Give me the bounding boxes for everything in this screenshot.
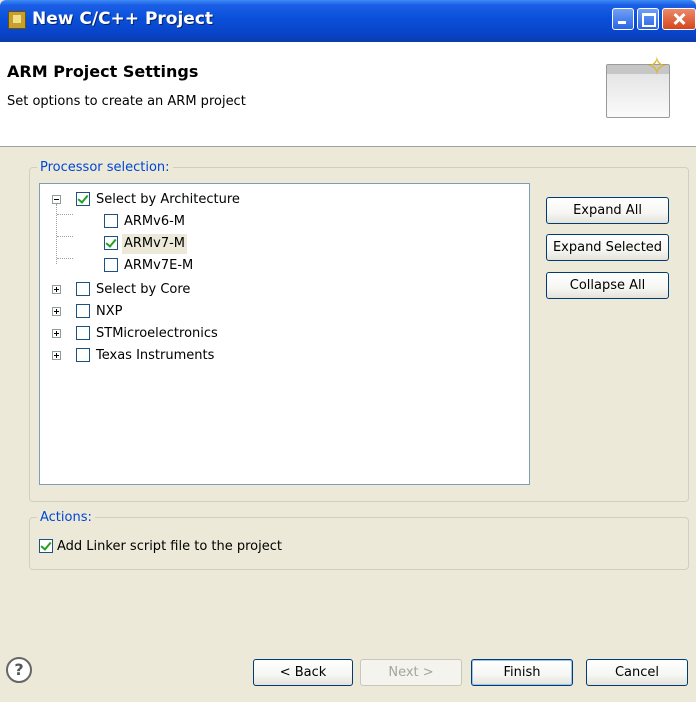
expand-selected-button[interactable]: Expand Selected <box>546 234 669 261</box>
tree-item-label: ARMv6-M <box>124 214 186 229</box>
tree-item-stmicroelectronics[interactable]: STMicroelectronics <box>40 324 520 344</box>
tree-item-checkbox[interactable] <box>104 214 118 228</box>
add-linker-script-option[interactable]: Add Linker script file to the project <box>39 537 439 557</box>
expand-all-button[interactable]: Expand All <box>546 197 669 224</box>
window-title: New C/C++ Project <box>32 9 214 29</box>
actions-legend: Actions: <box>40 510 92 525</box>
tree-item-label: ARMv7E-M <box>124 258 194 273</box>
tree-item-checkbox[interactable] <box>76 304 90 318</box>
expand-toggle-icon[interactable] <box>52 329 61 338</box>
title-bar[interactable]: New C/C++ Project <box>0 0 696 42</box>
tree-item-label: STMicroelectronics <box>96 326 218 341</box>
tree-item-texas-instruments[interactable]: Texas Instruments <box>40 346 520 366</box>
maximize-button[interactable] <box>637 8 659 30</box>
cancel-button[interactable]: Cancel <box>586 659 688 686</box>
add-linker-script-checkbox[interactable] <box>39 539 53 553</box>
tree-item-checkbox[interactable] <box>76 192 90 206</box>
finish-button[interactable]: Finish <box>471 659 573 686</box>
help-icon[interactable]: ? <box>6 657 32 683</box>
page-title: ARM Project Settings <box>7 62 199 81</box>
expand-toggle-icon[interactable] <box>52 285 61 294</box>
tree-item-checkbox[interactable] <box>76 282 90 296</box>
expand-toggle-icon[interactable] <box>52 307 61 316</box>
expand-toggle-icon[interactable] <box>52 351 61 360</box>
tree-item-checkbox[interactable] <box>104 236 118 250</box>
tree-item-label: Select by Core <box>96 282 191 297</box>
collapse-all-button[interactable]: Collapse All <box>546 272 669 299</box>
minimize-button[interactable] <box>612 8 634 30</box>
sparkle-icon: ✧ <box>646 52 668 82</box>
tree-item-armv6-m[interactable]: ARMv6-M <box>40 212 520 232</box>
tree-item-label: NXP <box>96 304 123 319</box>
wizard-header: ARM Project Settings Set options to crea… <box>0 42 696 147</box>
tree-item-label: Texas Instruments <box>96 348 215 363</box>
tree-item-checkbox[interactable] <box>76 348 90 362</box>
close-button[interactable] <box>662 8 696 30</box>
app-icon <box>8 11 26 29</box>
tree-item-armv7e-m[interactable]: ARMv7E-M <box>40 256 520 276</box>
tree-item-select-by-core[interactable]: Select by Core <box>40 280 520 300</box>
tree-item-checkbox[interactable] <box>104 258 118 272</box>
tree-item-label: ARMv7-M <box>122 234 188 254</box>
tree-item-nxp[interactable]: NXP <box>40 302 520 322</box>
tree-item-armv7-m[interactable]: ARMv7-M <box>40 234 520 254</box>
tree-item-label: Select by Architecture <box>96 192 240 207</box>
add-linker-script-label: Add Linker script file to the project <box>57 539 282 554</box>
processor-selection-legend: Processor selection: <box>40 160 170 175</box>
tree-item-select-by-architecture[interactable]: Select by Architecture <box>40 190 520 210</box>
next-button[interactable]: Next > <box>360 659 462 686</box>
tree-item-checkbox[interactable] <box>76 326 90 340</box>
back-button[interactable]: < Back <box>253 659 353 686</box>
processor-tree[interactable]: Select by Architecture ARMv6-M ARMv7-M A… <box>39 183 530 485</box>
page-description: Set options to create an ARM project <box>7 94 246 109</box>
collapse-toggle-icon[interactable] <box>52 195 61 204</box>
